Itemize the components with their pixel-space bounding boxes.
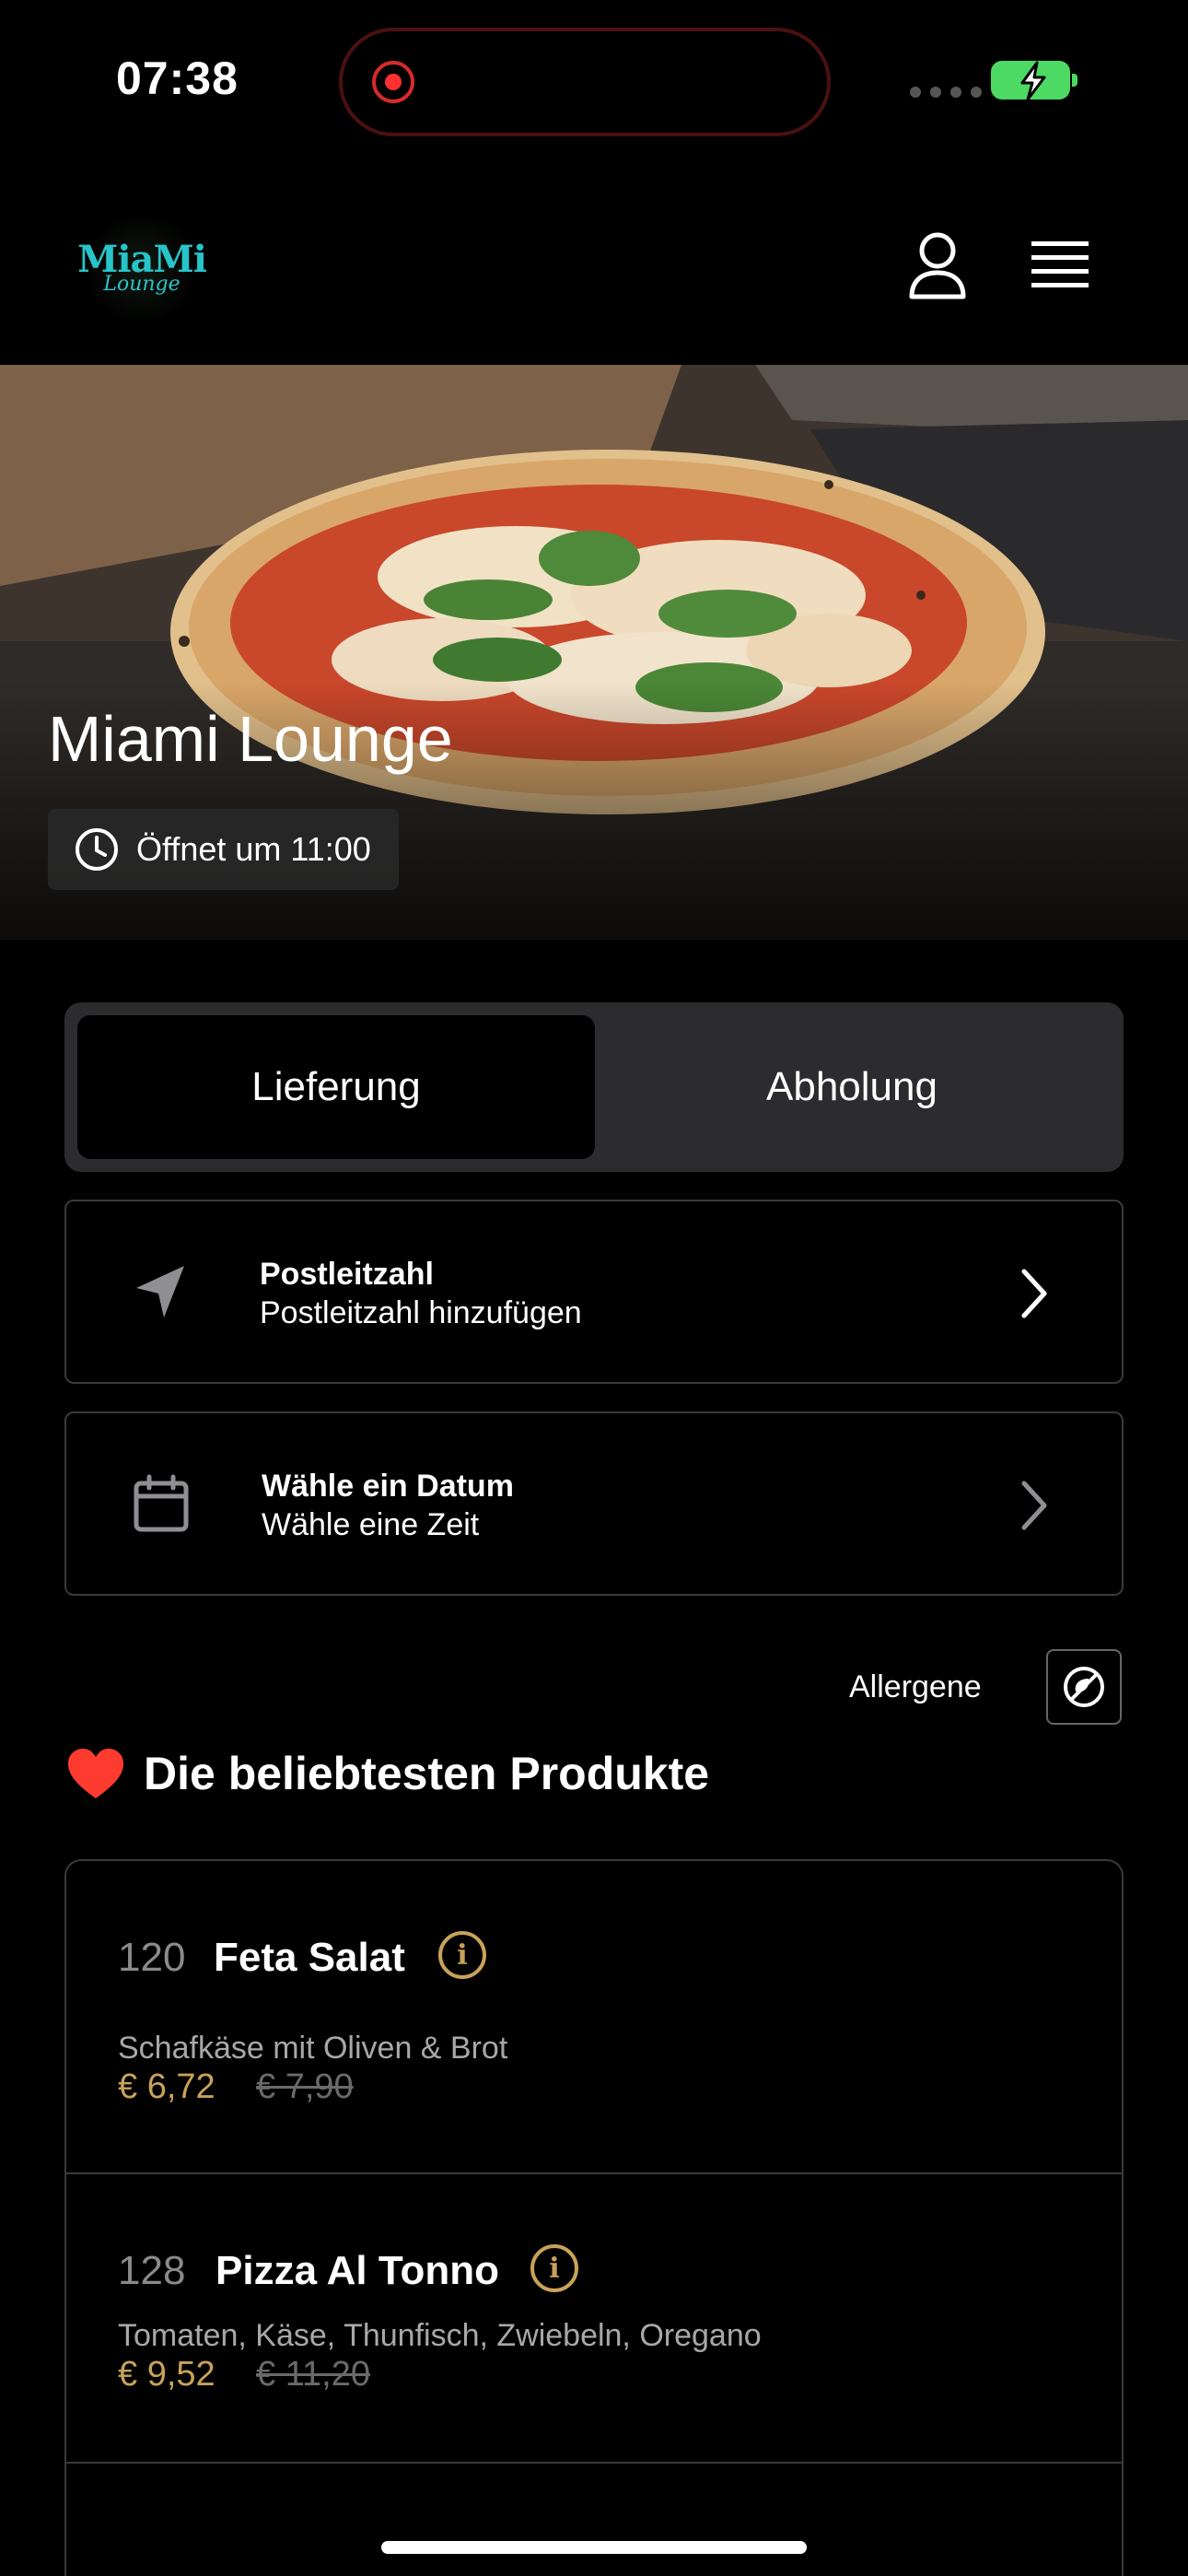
info-icon[interactable]: i <box>530 2244 578 2292</box>
product-number: 120 <box>118 1935 186 1980</box>
postcode-title: Postleitzahl <box>260 1257 434 1292</box>
product-card[interactable]: 120 Feta Salat i Schafkäse mit Oliven & … <box>66 1861 1122 2172</box>
opening-hours-text: Öffnet um 11:00 <box>136 830 371 868</box>
restaurant-name: Miami Lounge <box>48 703 453 775</box>
allergens-filter-button[interactable] <box>1046 1649 1122 1725</box>
account-button[interactable] <box>904 228 971 302</box>
product-price: € 9,52 <box>118 2355 215 2394</box>
product-name: Pizza Al Tonno <box>215 2248 499 2293</box>
chevron-right-icon <box>1021 1269 1047 1318</box>
product-price: € 6,72 <box>118 2067 215 2106</box>
postcode-subtitle: Postleitzahl hinzufügen <box>260 1295 582 1330</box>
location-arrow-icon <box>136 1266 184 1317</box>
tab-delivery[interactable]: Lieferung <box>77 1015 595 1159</box>
miami-lounge-logo[interactable]: MiaMi Lounge <box>77 217 207 319</box>
chevron-right-icon <box>1021 1481 1047 1530</box>
opening-hours-badge: Öffnet um 11:00 <box>48 809 399 890</box>
postcode-row[interactable]: Postleitzahl Postleitzahl hinzufügen <box>64 1200 1124 1384</box>
product-description: Schafkäse mit Oliven & Brot <box>118 2031 508 2066</box>
product-description: Tomaten, Käse, Thunfisch, Zwiebeln, Oreg… <box>118 2318 762 2353</box>
cellular-signal-icon <box>910 87 982 98</box>
calendar-icon <box>134 1474 189 1532</box>
user-icon <box>909 232 966 299</box>
battery-charging-icon <box>991 61 1077 101</box>
clock-icon <box>76 828 118 871</box>
info-icon[interactable]: i <box>438 1931 486 1979</box>
product-old-price: € 11,20 <box>256 2355 370 2394</box>
popular-products-heading: Die beliebtesten Produkte <box>66 1747 709 1800</box>
product-old-price: € 7,90 <box>256 2067 354 2106</box>
dynamic-island <box>339 28 831 136</box>
product-card[interactable]: 128 Pizza Al Tonno i Tomaten, Käse, Thun… <box>66 2174 1122 2462</box>
schedule-subtitle: Wähle eine Zeit <box>262 1507 480 1542</box>
schedule-row[interactable]: Wähle ein Datum Wähle eine Zeit <box>64 1411 1124 1596</box>
menu-button[interactable] <box>1030 238 1090 293</box>
allergen-filter-icon <box>1064 1667 1104 1707</box>
heart-icon <box>68 1749 123 1798</box>
allergens-label[interactable]: Allergene <box>849 1669 982 1705</box>
order-mode-toggle: Lieferung Abholung <box>64 1002 1124 1172</box>
hamburger-menu-icon <box>1031 241 1089 287</box>
schedule-title: Wähle ein Datum <box>262 1469 514 1504</box>
home-indicator[interactable] <box>381 2541 807 2554</box>
popular-products-title: Die beliebtesten Produkte <box>144 1748 710 1799</box>
product-list: 120 Feta Salat i Schafkäse mit Oliven & … <box>64 1859 1124 2576</box>
product-number: 128 <box>118 2248 186 2293</box>
hero-banner: Miami Lounge Öffnet um 11:00 <box>0 365 1188 940</box>
screen-recording-icon <box>372 61 414 103</box>
app-header: MiaMi Lounge <box>0 166 1188 365</box>
divider <box>66 2462 1122 2464</box>
tab-pickup[interactable]: Abholung <box>593 1015 1111 1159</box>
status-bar: 07:38 <box>0 0 1188 166</box>
status-time: 07:38 <box>116 53 239 104</box>
product-name: Feta Salat <box>214 1935 405 1980</box>
